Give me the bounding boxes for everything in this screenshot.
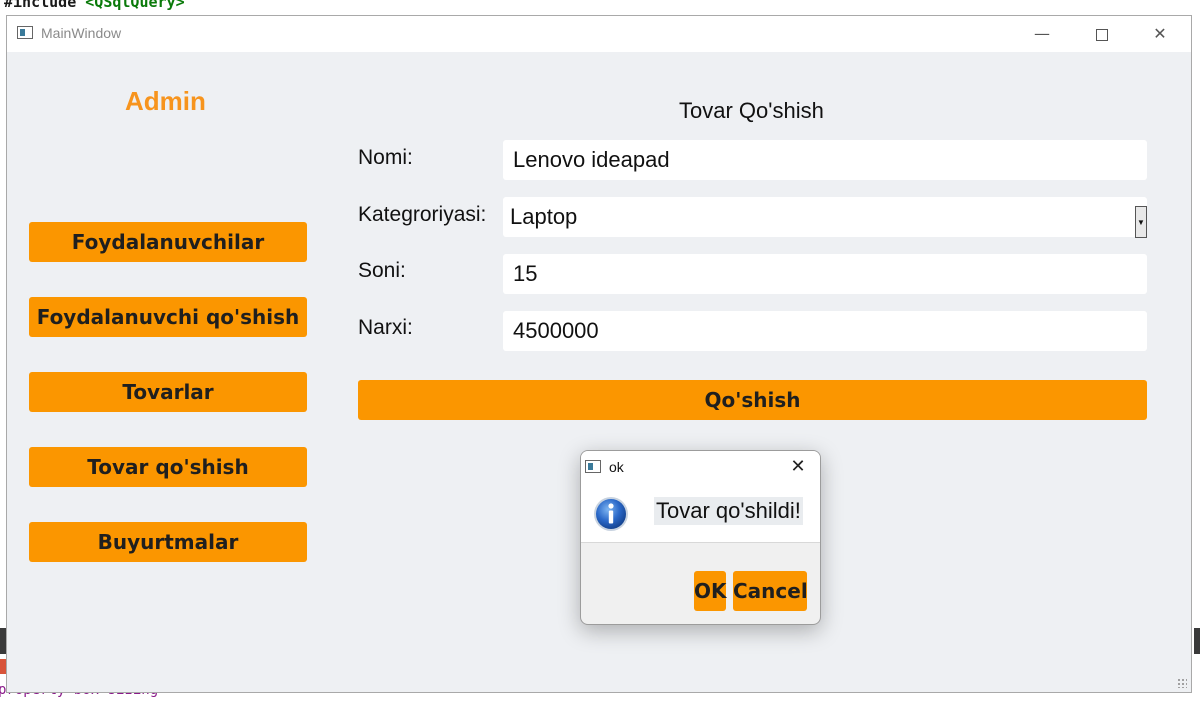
dropdown-arrow-icon[interactable]: ▼ <box>1135 206 1147 238</box>
name-label: Nomi: <box>358 146 413 169</box>
minimize-button[interactable]: — <box>1019 20 1065 48</box>
dialog-divider <box>581 542 820 543</box>
role-label: Admin <box>125 86 206 116</box>
nav-products-button[interactable]: Tovarlar <box>29 372 307 412</box>
info-icon <box>594 497 628 531</box>
quantity-label: Soni: <box>358 259 406 282</box>
category-selected-value: Laptop <box>510 204 578 229</box>
dialog-body: Tovar qo'shildi! <box>581 483 820 543</box>
dialog-titlebar[interactable]: ok ✕ <box>581 451 820 483</box>
name-input[interactable]: Lenovo ideapad <box>503 140 1147 180</box>
dialog-message: Tovar qo'shildi! <box>654 497 803 525</box>
cancel-button[interactable]: Cancel <box>733 571 808 611</box>
price-input[interactable]: 4500000 <box>503 311 1147 351</box>
category-label: Kategroriyasi: <box>358 203 487 226</box>
dialog-window-icon <box>585 460 601 473</box>
close-button[interactable]: ✕ <box>1137 20 1183 48</box>
maximize-button[interactable] <box>1079 20 1125 48</box>
nav-users-button[interactable]: Foydalanuvchilar <box>29 222 307 262</box>
window-titlebar[interactable]: MainWindow — ✕ <box>7 16 1191 52</box>
dialog-close-button[interactable]: ✕ <box>785 455 811 479</box>
add-product-submit-button[interactable]: Qo'shish <box>358 380 1147 420</box>
nav-add-product-button[interactable]: Tovar qo'shish <box>29 447 307 487</box>
nav-orders-button[interactable]: Buyurtmalar <box>29 522 307 562</box>
form-title: Tovar Qo'shish <box>679 98 824 123</box>
background-panel-edge-right <box>1194 628 1200 654</box>
window-title: MainWindow <box>41 25 122 41</box>
message-dialog: ok ✕ Tovar qo'shildi! OK Cancel <box>580 450 821 625</box>
ok-button[interactable]: OK <box>694 571 727 611</box>
price-label: Narxi: <box>358 316 413 339</box>
app-window-icon <box>17 26 33 39</box>
maximize-icon <box>1096 28 1108 41</box>
resize-grip-icon[interactable] <box>1177 678 1187 688</box>
dialog-title: ok <box>609 459 624 475</box>
category-select[interactable]: Laptop ▼ <box>503 197 1147 238</box>
background-code-line: #include <QSqlQuery> <box>4 0 185 11</box>
quantity-input[interactable]: 15 <box>503 254 1147 294</box>
nav-add-user-button[interactable]: Foydalanuvchi qo'shish <box>29 297 307 337</box>
